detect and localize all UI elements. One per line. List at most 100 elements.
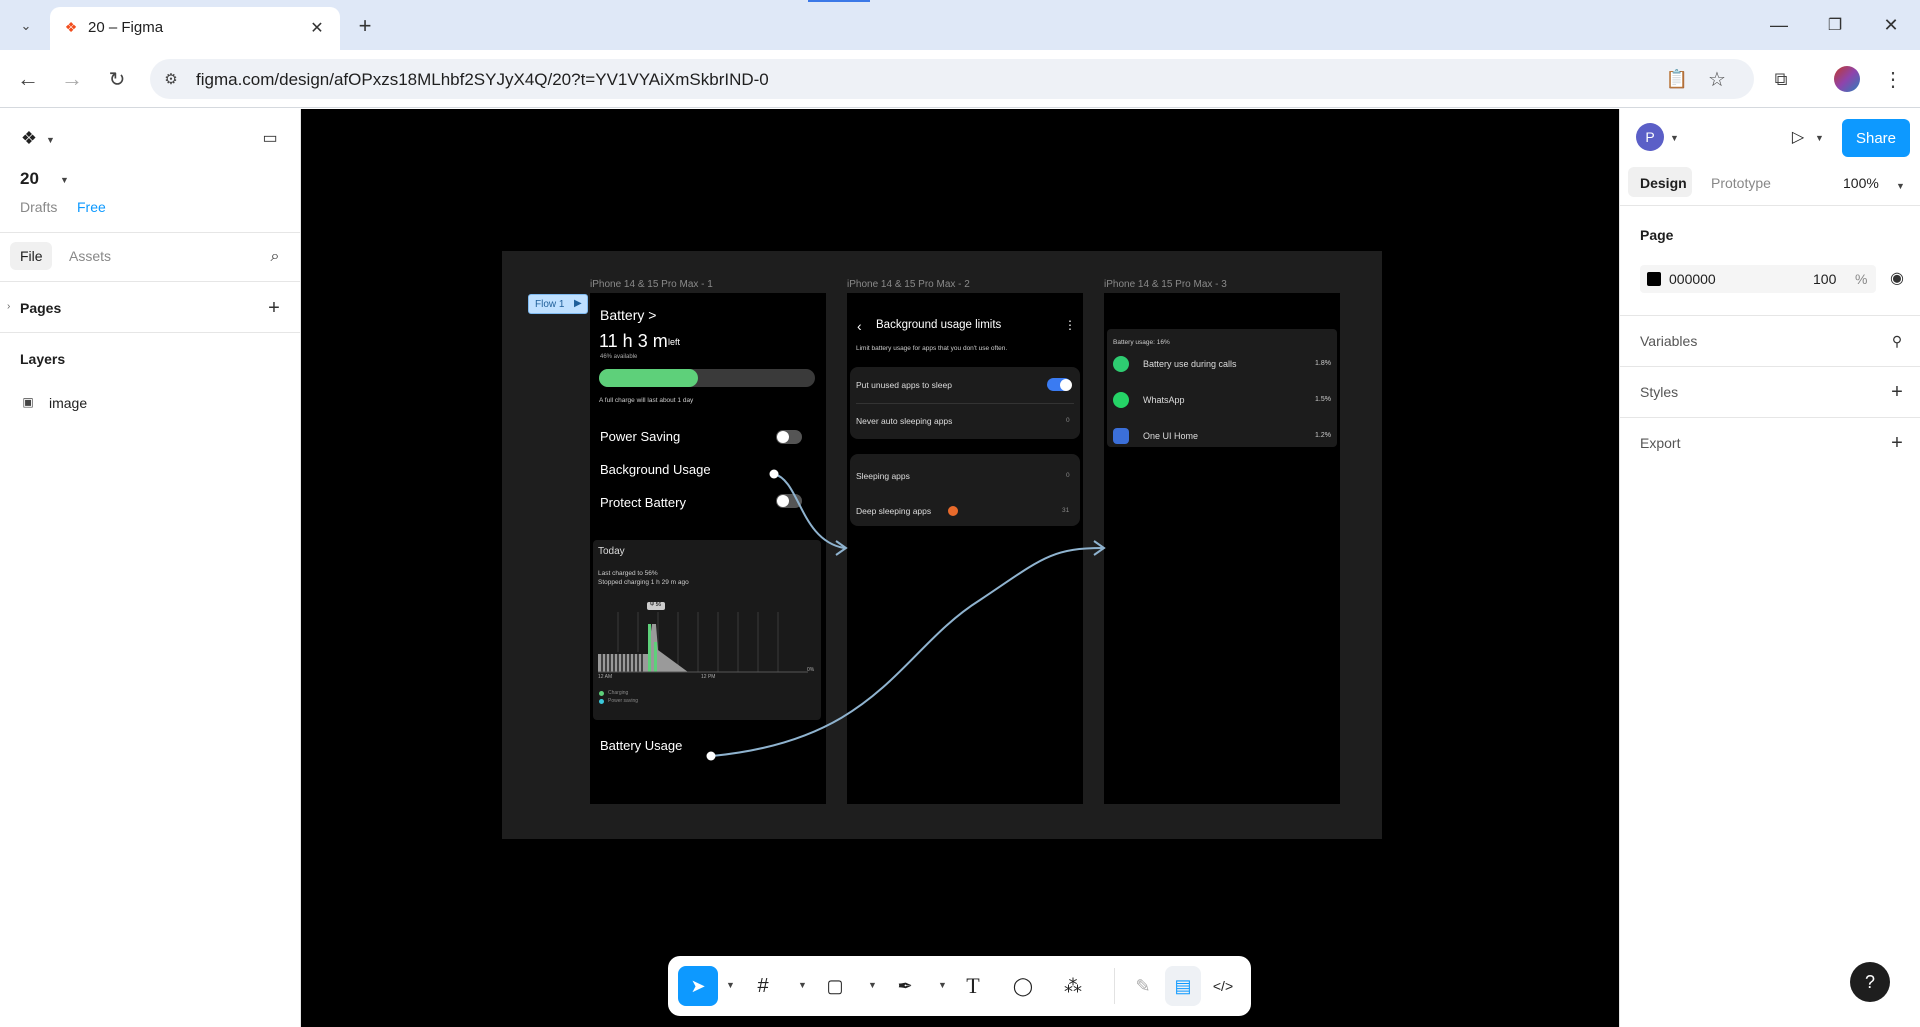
frame-3-name[interactable]: iPhone 14 & 15 Pro Max - 3	[1104, 279, 1227, 290]
variables-settings-icon[interactable]: ⚲	[1886, 330, 1908, 352]
chart-start-label: 12 AM	[598, 674, 613, 680]
visibility-eye-icon[interactable]: ◉	[1886, 267, 1908, 289]
restore-icon[interactable]: ❐	[1820, 12, 1850, 38]
user-avatar[interactable]: P	[1636, 123, 1664, 151]
add-export-icon[interactable]: +	[1886, 432, 1908, 454]
add-style-icon[interactable]: +	[1886, 381, 1908, 403]
back-icon[interactable]: ←	[14, 65, 42, 93]
main-menu-chevron-icon[interactable]: ▼	[46, 135, 55, 145]
phone-frame-2[interactable]: ‹ Background usage limits ⋮ Limit batter…	[847, 293, 1083, 804]
put-unused-toggle[interactable]	[1047, 378, 1072, 391]
battery-usage-card: Battery usage: 16% Battery use during ca…	[1107, 329, 1337, 447]
new-tab-icon[interactable]: +	[352, 13, 378, 39]
styles-label[interactable]: Styles	[1640, 384, 1678, 400]
deep-sleeping-count: 31	[1062, 507, 1070, 514]
present-play-icon[interactable]: ▷	[1786, 125, 1810, 149]
layers-section-label: Layers	[20, 351, 66, 367]
pages-chevron-icon[interactable]: ›	[7, 301, 10, 312]
toggle-sidebar-icon[interactable]: ▭	[258, 127, 282, 149]
card-divider	[856, 403, 1074, 404]
figma-favicon-icon: ❖	[64, 18, 78, 35]
layer-item-image[interactable]: image	[49, 395, 87, 411]
app-percent: 1.2%	[1315, 432, 1331, 439]
share-button[interactable]: Share	[1842, 119, 1910, 157]
move-tool-icon[interactable]: ➤	[678, 966, 718, 1006]
file-name-chevron-icon[interactable]: ▼	[60, 175, 69, 185]
page-color-swatch[interactable]	[1647, 272, 1661, 286]
design-mode-icon[interactable]: ▤	[1165, 966, 1201, 1006]
dev-mode-icon[interactable]: </>	[1206, 966, 1240, 1006]
protect-battery-label: Protect Battery	[600, 495, 686, 510]
app-percent: 1.5%	[1315, 396, 1331, 403]
present-chevron-icon[interactable]: ▼	[1815, 133, 1824, 143]
add-page-icon[interactable]: +	[262, 296, 286, 320]
tab-title: 20 – Figma	[88, 19, 164, 36]
flow-label: Flow 1	[535, 299, 565, 310]
clipboard-icon[interactable]: 📋	[1664, 66, 1690, 92]
protect-battery-toggle[interactable]	[776, 494, 802, 508]
sleeping-apps-label: Sleeping apps	[856, 471, 910, 481]
sleeping-apps-card: Sleeping apps 0 Deep sleeping apps 31	[850, 454, 1080, 526]
components-tool-icon[interactable]: ⁂	[1056, 966, 1090, 1006]
left-panel: ❖ ▼ ▭ 20 ▼ Drafts Free File Assets ⌕ › P…	[0, 109, 301, 1027]
tab-search-chevron-icon[interactable]: ⌄	[14, 14, 38, 38]
pen-tool-icon[interactable]: ✒	[888, 966, 922, 1006]
app-name: Battery use during calls	[1143, 359, 1237, 369]
reload-icon[interactable]: ↻	[103, 65, 131, 93]
frame-tool-icon[interactable]: #	[746, 966, 780, 1006]
url-text[interactable]: figma.com/design/afOPxzs18MLhbf2SYJyX4Q/…	[196, 70, 769, 90]
profile-avatar[interactable]	[1834, 66, 1860, 92]
shape-tool-chevron-icon[interactable]: ▼	[868, 980, 877, 990]
frame-2-name[interactable]: iPhone 14 & 15 Pro Max - 2	[847, 279, 970, 290]
legend-charging-dot	[599, 691, 604, 696]
app-name: WhatsApp	[1143, 395, 1185, 405]
pen-tool-chevron-icon[interactable]: ▼	[938, 980, 947, 990]
bookmark-star-icon[interactable]: ☆	[1704, 66, 1730, 92]
browser-tab[interactable]: ❖ 20 – Figma ✕	[50, 7, 340, 50]
browser-tab-strip: ⌄ ❖ 20 – Figma ✕ + — ❐ ✕	[0, 0, 1920, 50]
page-color-value[interactable]: 000000	[1669, 271, 1716, 287]
browser-menu-icon[interactable]: ⋮	[1880, 66, 1906, 92]
chart-peak-label: Ψ 56	[650, 602, 662, 608]
close-tab-icon[interactable]: ✕	[306, 17, 328, 39]
plan-badge[interactable]: Free	[77, 199, 106, 215]
close-window-icon[interactable]: ✕	[1876, 12, 1906, 38]
text-tool-icon[interactable]: T	[956, 966, 990, 1006]
stopped-charging: Stopped charging 1 h 29 m ago	[598, 579, 689, 586]
app-name: One UI Home	[1143, 431, 1199, 441]
drafts-label[interactable]: Drafts	[20, 199, 57, 215]
figma-main-menu-icon[interactable]: ❖	[18, 127, 40, 149]
battery-bar	[599, 369, 815, 387]
zoom-level[interactable]: 100%	[1843, 175, 1879, 191]
frame-tool-chevron-icon[interactable]: ▼	[798, 980, 807, 990]
page-opacity-value[interactable]: 100	[1813, 271, 1836, 287]
variables-label[interactable]: Variables	[1640, 333, 1697, 349]
phone-frame-3[interactable]: Battery usage: 16% Battery use during ca…	[1104, 293, 1340, 804]
file-name[interactable]: 20	[20, 169, 39, 189]
pages-section-label[interactable]: Pages	[20, 300, 61, 316]
tab-design-label: Design	[1640, 175, 1687, 191]
rectangle-tool-icon[interactable]: ▢	[818, 966, 852, 1006]
help-button[interactable]: ?	[1850, 962, 1890, 1002]
zoom-chevron-icon[interactable]: ▼	[1896, 181, 1905, 191]
search-icon[interactable]: ⌕	[264, 246, 286, 268]
power-saving-toggle[interactable]	[776, 430, 802, 444]
chart-peak-tag: Ψ 56	[647, 602, 665, 610]
minimize-icon[interactable]: —	[1764, 12, 1794, 38]
avatar-chevron-icon[interactable]: ▼	[1670, 133, 1679, 143]
draw-mode-icon[interactable]: ✎	[1126, 966, 1160, 1006]
phone-frame-1[interactable]: Battery > 11 h 3 m left 46% available A …	[590, 293, 826, 804]
extensions-icon[interactable]: ⧉	[1768, 66, 1794, 92]
tab-prototype[interactable]: Prototype	[1711, 175, 1771, 191]
frame-1-name[interactable]: iPhone 14 & 15 Pro Max - 1	[590, 279, 713, 290]
flow-badge[interactable]: Flow 1 ▶	[528, 294, 588, 314]
export-label[interactable]: Export	[1640, 435, 1680, 451]
legend-power-dot	[599, 699, 604, 704]
background-usage-label: Background Usage	[600, 462, 711, 477]
tab-assets[interactable]: Assets	[69, 248, 111, 264]
move-tool-chevron-icon[interactable]: ▼	[726, 980, 735, 990]
sleep-settings-card: Put unused apps to sleep Never auto slee…	[850, 367, 1080, 439]
forward-icon[interactable]: →	[58, 65, 86, 93]
comment-tool-icon[interactable]: ◯	[1006, 966, 1040, 1006]
site-info-icon[interactable]: ⚙	[160, 68, 182, 90]
